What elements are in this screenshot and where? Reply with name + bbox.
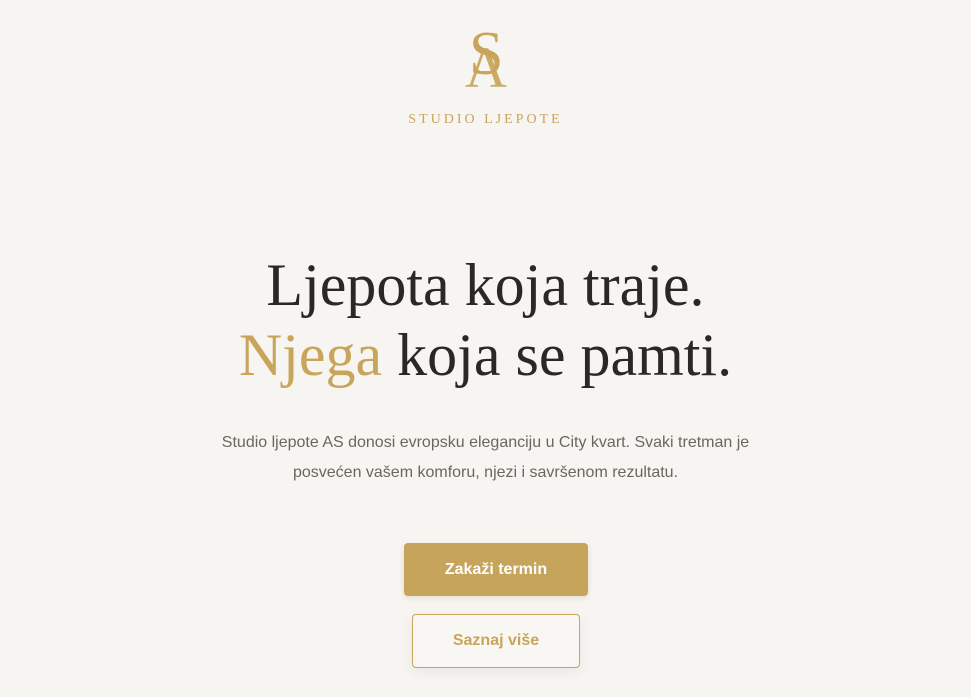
svg-text:A: A (465, 35, 507, 100)
hero-description-line-1: Studio ljepote AS donosi evropsku elegan… (221, 434, 750, 451)
as-monogram-logo: S A (465, 20, 507, 100)
hero-description-line-2: posvećen vašem komforu, njezi i savršeno… (292, 464, 679, 481)
learn-more-button[interactable]: Saznaj više (412, 614, 580, 668)
hero-headline: Ljepota koja traje. Njega koja se pamti. (0, 250, 971, 390)
hero-section: Ljepota koja traje. Njega koja se pamti.… (0, 250, 971, 488)
headline-line-1: Ljepota koja traje. (266, 252, 705, 318)
hero-description: Studio ljepote AS donosi evropsku elegan… (166, 428, 806, 488)
brand-name: STUDIO LJEPOTE (408, 112, 563, 127)
headline-line-2-rest: koja se pamti. (382, 322, 733, 388)
site-logo[interactable]: S A STUDIO LJEPOTE (0, 12, 971, 128)
book-appointment-button[interactable]: Zakaži termin (404, 543, 588, 596)
headline-accent-word: Njega (238, 322, 383, 388)
